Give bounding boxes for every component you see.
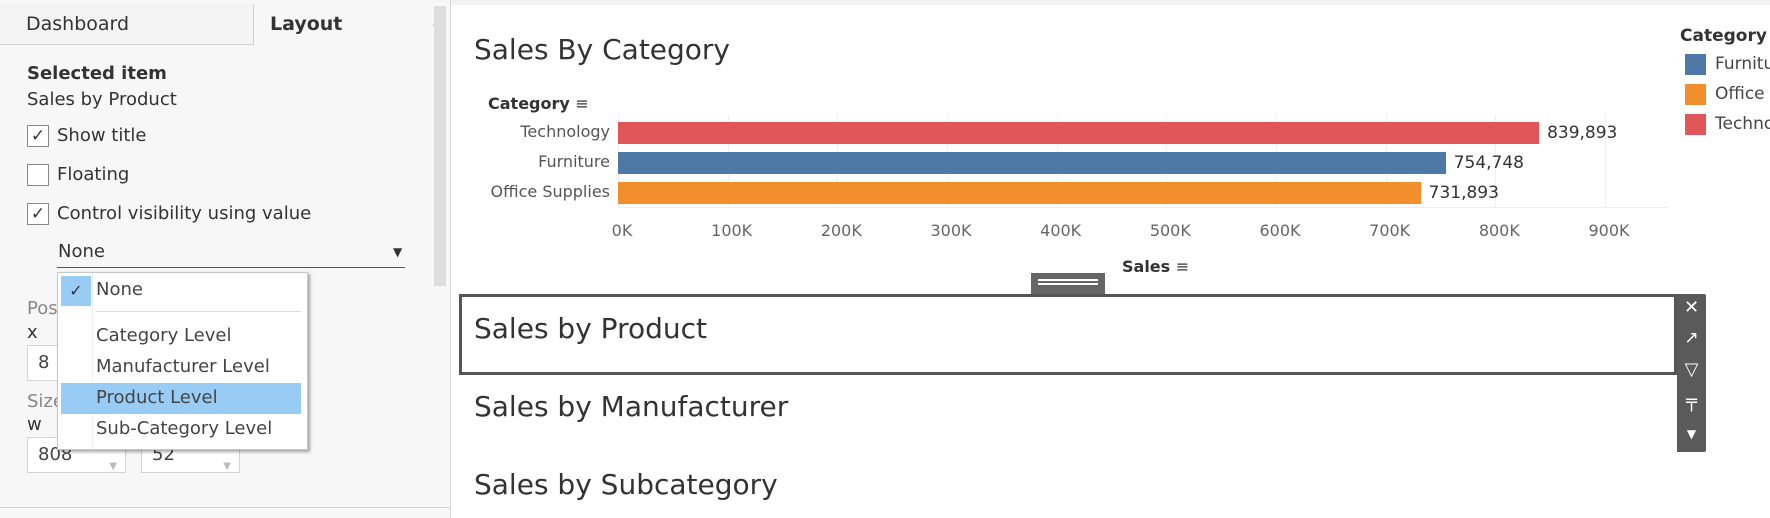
spin-down-icon[interactable]: ▼ bbox=[223, 450, 231, 484]
sort-icon[interactable]: ≡ bbox=[1176, 257, 1189, 276]
bar-chart: 0K 100K 200K 300K 400K 500K 600K 700K 800K 900K Te… bbox=[0, 0, 1770, 300]
y-category-label: Furniture bbox=[538, 152, 610, 171]
legend-swatch bbox=[1685, 84, 1706, 105]
value-label: 839,893 bbox=[1547, 123, 1618, 143]
x-axis-label: Sales bbox=[1122, 257, 1171, 276]
x-tick-label: 200K bbox=[820, 221, 862, 240]
legend-title: Category bbox=[1680, 26, 1767, 46]
divider bbox=[0, 507, 450, 508]
x-tick-label: 100K bbox=[711, 221, 753, 240]
y-category-label: Office Supplies bbox=[490, 182, 610, 201]
more-icon[interactable]: ▼ bbox=[1677, 420, 1706, 448]
x-tick-label: 500K bbox=[1149, 221, 1191, 240]
position-label: Pos bbox=[27, 298, 58, 319]
x-axis-line bbox=[618, 207, 1668, 208]
x-tick-label: 400K bbox=[1040, 221, 1082, 240]
divider bbox=[96, 311, 301, 312]
bar-furniture bbox=[618, 152, 1446, 174]
option-product-level[interactable]: Product Level bbox=[96, 387, 218, 408]
option-category-level[interactable]: Category Level bbox=[96, 325, 231, 346]
legend-swatch bbox=[1685, 114, 1706, 135]
legend-item[interactable]: Technology bbox=[1715, 114, 1770, 134]
zone-title-subcategory: Sales by Subcategory bbox=[474, 468, 778, 501]
legend-item[interactable]: Office Supplies bbox=[1715, 84, 1770, 104]
zone-title-product: Sales by Product bbox=[474, 312, 707, 345]
close-icon[interactable]: ✕ bbox=[1677, 294, 1706, 322]
x-tick-label: 300K bbox=[930, 221, 972, 240]
spin-down-icon[interactable]: ▼ bbox=[109, 450, 117, 484]
open-icon[interactable]: ↗ bbox=[1677, 324, 1706, 352]
option-sub-category-level[interactable]: Sub-Category Level bbox=[96, 418, 272, 439]
bar-technology bbox=[618, 122, 1540, 144]
zone-title-manufacturer: Sales by Manufacturer bbox=[474, 390, 789, 423]
x-axis-header: Sales ≡ bbox=[1122, 257, 1189, 276]
x-label: x bbox=[27, 322, 38, 343]
legend-item[interactable]: Furniture bbox=[1715, 54, 1770, 74]
pin-icon[interactable]: ╤ bbox=[1677, 388, 1706, 416]
x-tick-label: 0K bbox=[611, 221, 633, 240]
x-tick-label: 800K bbox=[1478, 221, 1520, 240]
w-label: w bbox=[27, 414, 42, 435]
option-manufacturer-level[interactable]: Manufacturer Level bbox=[96, 356, 270, 377]
x-tick-label: 700K bbox=[1369, 221, 1411, 240]
value-label: 754,748 bbox=[1453, 153, 1525, 173]
x-tick-label: 600K bbox=[1259, 221, 1301, 240]
x-tick-label: 900K bbox=[1588, 221, 1630, 240]
filter-icon[interactable]: ▽ bbox=[1677, 356, 1706, 384]
resize-handle[interactable] bbox=[1031, 273, 1105, 295]
legend-swatch bbox=[1685, 54, 1706, 75]
y-category-label: Technology bbox=[520, 122, 610, 141]
bar-office-supplies bbox=[618, 182, 1421, 204]
value-label: 731,893 bbox=[1428, 183, 1499, 203]
